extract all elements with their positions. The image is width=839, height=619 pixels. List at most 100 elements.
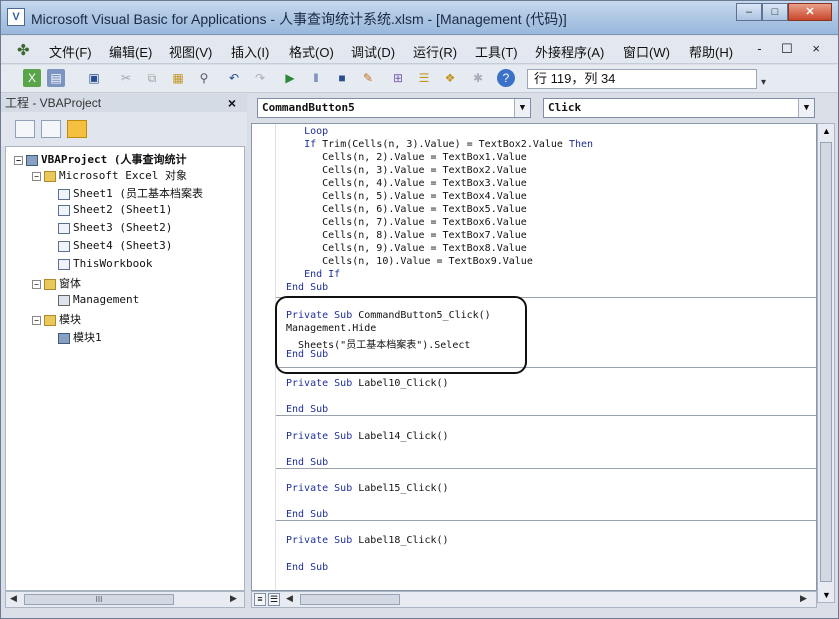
code-line[interactable]: Cells(n, 5).Value = TextBox4.Value <box>286 191 527 202</box>
tree-item-sheet1[interactable]: Sheet1 (员工基本档案表 <box>58 185 203 201</box>
tree-item-vbaproject[interactable]: − VBAProject (人事查询统计 <box>14 151 186 167</box>
chevron-down-icon[interactable]: ▼ <box>514 99 530 117</box>
code-line[interactable]: Cells(n, 10).Value = TextBox9.Value <box>286 256 533 267</box>
reset-icon[interactable]: ■ <box>333 69 351 87</box>
code-line[interactable]: Cells(n, 9).Value = TextBox8.Value <box>286 243 527 254</box>
code-line[interactable]: End Sub <box>286 404 328 415</box>
code-line[interactable]: Private Sub Label10_Click() <box>286 378 449 389</box>
code-line[interactable]: End If <box>286 269 340 280</box>
collapse-icon[interactable]: − <box>32 279 41 289</box>
toolbar-options-icon[interactable]: ▾ <box>761 77 766 88</box>
code-line[interactable]: Cells(n, 3).Value = TextBox2.Value <box>286 165 527 176</box>
undo-icon[interactable]: ↶ <box>225 69 243 87</box>
maximize-button[interactable]: □ <box>762 3 788 21</box>
object-browser-icon[interactable]: ❖ <box>441 69 459 87</box>
project-explorer-icon[interactable]: ⊞ <box>389 69 407 87</box>
highlight-annotation <box>275 296 527 374</box>
project-tree-scrollbar[interactable]: ◀ III ▶ <box>5 591 245 608</box>
scroll-left-icon[interactable]: ◀ <box>286 593 293 604</box>
code-line[interactable]: End Sub <box>286 562 328 573</box>
tree-item-module1[interactable]: 模块1 <box>58 329 102 345</box>
code-line[interactable]: Cells(n, 4).Value = TextBox3.Value <box>286 178 527 189</box>
tree-item-excel-objects[interactable]: − Microsoft Excel 对象 <box>32 167 187 183</box>
mdi-controls[interactable]: - ☐ × <box>757 41 828 57</box>
scroll-up-icon[interactable]: ▲ <box>822 126 831 136</box>
tree-item-thisworkbook[interactable]: ThisWorkbook <box>58 257 152 270</box>
tree-item-sheet3[interactable]: Sheet3 (Sheet2) <box>58 221 172 234</box>
code-line[interactable]: Cells(n, 6).Value = TextBox5.Value <box>286 204 527 215</box>
userform-icon <box>58 294 70 306</box>
insert-userform-icon[interactable]: ▤ <box>47 69 65 87</box>
menu-format[interactable]: 格式(O) <box>289 42 334 61</box>
collapse-icon[interactable]: − <box>14 155 23 165</box>
code-line[interactable]: Cells(n, 7).Value = TextBox6.Value <box>286 217 527 228</box>
minimize-button[interactable]: – <box>736 3 762 21</box>
copy-icon[interactable]: ⧉ <box>143 69 161 87</box>
code-line[interactable]: Loop <box>286 126 328 137</box>
menu-edit[interactable]: 编辑(E) <box>109 42 152 61</box>
code-margin[interactable] <box>252 124 276 590</box>
procedure-separator <box>276 520 816 521</box>
paste-icon[interactable]: ▦ <box>169 69 187 87</box>
menu-addins[interactable]: 外接程序(A) <box>535 42 604 61</box>
code-vertical-scrollbar[interactable]: ▲ ▼ <box>817 123 835 603</box>
scroll-left-icon[interactable]: ◀ <box>10 593 17 604</box>
scroll-down-icon[interactable]: ▼ <box>822 590 831 600</box>
menu-run[interactable]: 运行(R) <box>413 42 457 61</box>
code-line[interactable]: If Trim(Cells(n, 3).Value) = TextBox2.Va… <box>286 139 593 150</box>
redo-icon[interactable]: ↷ <box>251 69 269 87</box>
code-line[interactable]: End Sub <box>286 509 328 520</box>
properties-icon[interactable]: ☰ <box>415 69 433 87</box>
cut-icon[interactable]: ✂ <box>117 69 135 87</box>
scroll-thumb[interactable] <box>820 142 832 582</box>
view-excel-icon[interactable]: X <box>23 69 41 87</box>
menu-window[interactable]: 窗口(W) <box>623 42 670 61</box>
save-icon[interactable]: ▣ <box>85 69 103 87</box>
code-line[interactable]: Cells(n, 8).Value = TextBox7.Value <box>286 230 527 241</box>
tree-item-forms[interactable]: − 窗体 <box>32 275 81 291</box>
break-icon[interactable]: ‖ <box>307 69 325 87</box>
scroll-thumb[interactable]: III <box>24 594 174 605</box>
procedure-dropdown[interactable]: Click ▼ <box>543 98 815 118</box>
menu-tools[interactable]: 工具(T) <box>475 42 518 61</box>
code-line[interactable]: End Sub <box>286 457 328 468</box>
scroll-right-icon[interactable]: ▶ <box>800 593 807 604</box>
window-controls: – □ ✕ <box>736 3 832 23</box>
object-dropdown[interactable]: CommandButton5 ▼ <box>257 98 531 118</box>
menu-file[interactable]: 文件(F) <box>49 42 92 61</box>
chevron-down-icon[interactable]: ▼ <box>798 99 814 117</box>
design-mode-icon[interactable]: ✎ <box>359 69 377 87</box>
code-line[interactable]: Private Sub Label15_Click() <box>286 483 449 494</box>
tree-item-management[interactable]: Management <box>58 293 139 306</box>
project-pane-close-button[interactable]: × <box>223 94 241 112</box>
menu-debug[interactable]: 调试(D) <box>351 42 395 61</box>
menu-view[interactable]: 视图(V) <box>169 42 212 61</box>
scroll-right-icon[interactable]: ▶ <box>230 593 237 604</box>
collapse-icon[interactable]: − <box>32 171 41 181</box>
code-line[interactable]: Private Sub Label18_Click() <box>286 535 449 546</box>
menu-help[interactable]: 帮助(H) <box>689 42 733 61</box>
worksheet-icon <box>58 204 70 216</box>
view-object-button[interactable] <box>41 120 61 138</box>
scroll-thumb[interactable] <box>300 594 400 605</box>
find-icon[interactable]: ⚲ <box>195 69 213 87</box>
help-icon[interactable]: ? <box>497 69 515 87</box>
full-module-view-icon[interactable]: ☰ <box>268 593 280 606</box>
project-pane-title: 工程 - VBAProject <box>1 94 247 112</box>
excel-view-icon[interactable]: ✤ <box>17 41 30 59</box>
menu-insert[interactable]: 插入(I) <box>231 42 269 61</box>
code-line[interactable]: Cells(n, 2).Value = TextBox1.Value <box>286 152 527 163</box>
toggle-folders-button[interactable] <box>67 120 87 138</box>
tree-item-sheet2[interactable]: Sheet2 (Sheet1) <box>58 203 172 216</box>
tree-item-sheet4[interactable]: Sheet4 (Sheet3) <box>58 239 172 252</box>
procedure-view-icon[interactable]: ≡ <box>254 593 266 606</box>
collapse-icon[interactable]: − <box>32 315 41 325</box>
close-button[interactable]: ✕ <box>788 3 832 21</box>
code-line[interactable]: End Sub <box>286 282 328 293</box>
toolbox-icon[interactable]: ✱ <box>469 69 487 87</box>
code-line[interactable]: Private Sub Label14_Click() <box>286 431 449 442</box>
run-icon[interactable]: ▶ <box>281 69 299 87</box>
vba-project-icon <box>26 154 38 166</box>
tree-item-modules[interactable]: − 模块 <box>32 311 81 327</box>
view-code-button[interactable] <box>15 120 35 138</box>
